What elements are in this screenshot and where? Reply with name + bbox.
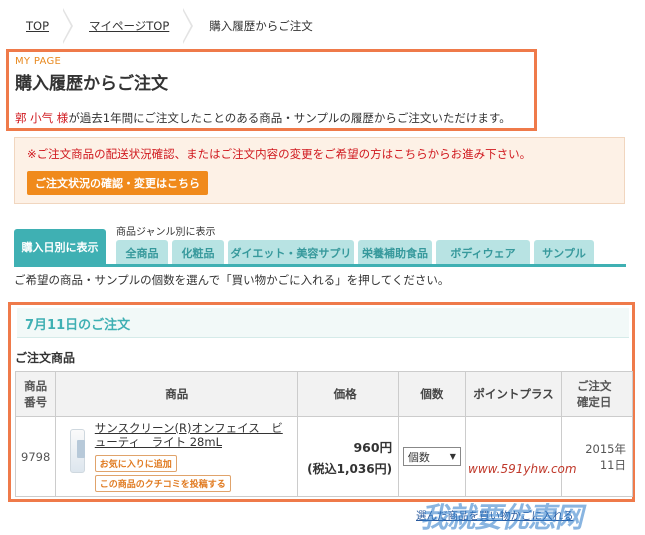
tab-genre-cosmetics[interactable]: 化粧品 xyxy=(172,240,224,265)
col-header-point: ポイントプラス xyxy=(464,371,563,417)
breadcrumb-separator xyxy=(62,8,75,44)
table-row: 9798 サンスクリーン(R)オンフェイス ビューティ ライト 28mL お気に… xyxy=(14,416,633,497)
breadcrumb-item-current: 購入履歴からご注文 xyxy=(195,8,327,44)
item-product-cell: サンスクリーン(R)オンフェイス ビューティ ライト 28mL お気に入りに追加… xyxy=(55,416,299,497)
item-number: 9798 xyxy=(14,416,57,497)
tab-underline xyxy=(14,264,626,267)
item-qty-cell: 個数 ▼ xyxy=(398,416,466,497)
item-date-cell: 2015年 11日 xyxy=(561,416,633,497)
watermark-url: www.591yhw.com xyxy=(468,462,577,476)
notice-text: ※ご注文商品の配送状況確認、またはご注文内容の変更をご希望の方はこちらからお進み… xyxy=(27,147,532,161)
breadcrumb-current-label: 購入履歴からご注文 xyxy=(209,19,313,33)
item-price-tax: (税込1,036円) xyxy=(307,461,393,476)
add-favorite-button[interactable]: お気に入りに追加 xyxy=(94,455,177,472)
intro-text: 郭 小气 様が過去1年間にご注文したことのある商品・サンプルの履歴からご注文いた… xyxy=(15,110,528,126)
page-title: 購入履歴からご注文 xyxy=(15,74,168,94)
intro-rest: が過去1年間にご注文したことのある商品・サンプルの履歴からご注文いただけます。 xyxy=(68,111,511,125)
col-header-date: ご注文 確定日 xyxy=(561,371,633,417)
tab-genre-diet-supplements[interactable]: ダイエット・美容サプリ xyxy=(228,240,354,265)
order-items-table: 商品 番号 商品 価格 個数 ポイントプラス ご注文 確定日 9798 サンスクリー… xyxy=(14,371,633,497)
item-price-cell: 960円 (税込1,036円) xyxy=(297,416,400,497)
mypage-label: MY PAGE xyxy=(15,56,62,67)
col-header-no: 商品 番号 xyxy=(14,371,57,417)
post-review-button[interactable]: この商品のクチコミを投稿する xyxy=(94,475,231,492)
breadcrumb: TOP マイページTOP 購入履歴からご注文 xyxy=(12,8,642,44)
tab-genre-all[interactable]: 全商品 xyxy=(116,240,168,265)
item-price: 960円 xyxy=(353,439,393,455)
page-header: MY PAGE 購入履歴からご注文 郭 小气 様が過去1年間にご注文したことのあ… xyxy=(6,49,537,131)
tab-genre-nutrition[interactable]: 栄養補助食品 xyxy=(358,240,432,265)
view-tabs: 購入日別に表示 商品ジャンル別に表示 全商品 化粧品 ダイエット・美容サプリ 栄… xyxy=(14,223,626,265)
table-header-row: 商品 番号 商品 価格 個数 ポイントプラス ご注文 確定日 xyxy=(14,371,633,417)
tab-genre-sample[interactable]: サンプル xyxy=(534,240,594,265)
order-date-title: 7月11日のご注文 xyxy=(25,318,131,333)
breadcrumb-link-mypage[interactable]: マイページTOP xyxy=(75,18,183,34)
order-date-bar: 7月11日のご注文 xyxy=(17,308,629,338)
breadcrumb-item-top[interactable]: TOP xyxy=(12,8,75,44)
breadcrumb-link-top[interactable]: TOP xyxy=(12,19,63,33)
tab-by-purchase-date[interactable]: 購入日別に表示 xyxy=(14,229,106,265)
order-status-button[interactable]: ご注文状況の確認・変更はこちら xyxy=(27,171,208,195)
breadcrumb-item-mypage[interactable]: マイページTOP xyxy=(75,8,195,44)
item-point-cell xyxy=(464,416,563,497)
col-header-price: 価格 xyxy=(297,371,400,417)
user-name: 郭 小气 様 xyxy=(15,111,69,125)
breadcrumb-separator xyxy=(182,8,195,44)
watermark-logo: 我就要优惠网 xyxy=(420,501,583,534)
col-header-product: 商品 xyxy=(55,371,299,417)
tab-genre-bodywear[interactable]: ボディウェア xyxy=(436,240,530,265)
quantity-select[interactable]: 個数 ▼ xyxy=(402,447,461,466)
genre-tabs-label: 商品ジャンル別に表示 xyxy=(116,227,216,238)
order-status-notice: ※ご注文商品の配送状況確認、またはご注文内容の変更をご希望の方はこちらからお進み… xyxy=(14,137,625,204)
instruction-text: ご希望の商品・サンプルの個数を選んで「買い物かごに入れる」を押してください。 xyxy=(14,273,450,287)
chevron-down-icon: ▼ xyxy=(449,452,456,461)
col-header-qty: 個数 xyxy=(398,371,466,417)
quantity-select-value: 個数 xyxy=(407,450,430,464)
order-items-title: ご注文商品 xyxy=(15,351,76,365)
product-name-link[interactable]: サンスクリーン(R)オンフェイス ビューティ ライト 28mL xyxy=(95,421,291,449)
product-image[interactable] xyxy=(70,429,86,473)
item-date-year: 2015年 xyxy=(585,441,626,456)
